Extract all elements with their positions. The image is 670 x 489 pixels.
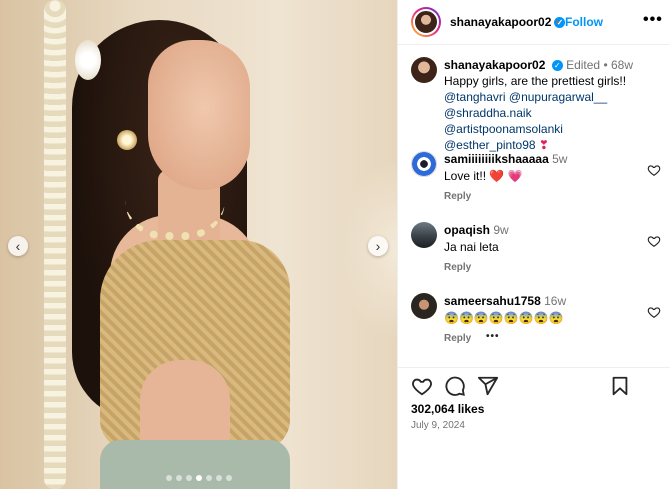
comment-item: samiiiiiiiikshaaaaa 5w Love it!! ❤️ 💗 Re… <box>411 151 661 211</box>
mention-link[interactable]: @artistpoonamsolanki <box>444 122 563 136</box>
comment-age[interactable]: 9w <box>493 223 508 237</box>
caption-edited: Edited <box>566 58 601 72</box>
share-button[interactable] <box>477 375 499 397</box>
post-header: shanayakapoor02 ✓ • Follow ••• <box>398 0 670 45</box>
reply-button[interactable]: Reply <box>444 333 471 344</box>
portrait-skirt <box>100 440 290 489</box>
heart-outline-icon <box>412 378 432 396</box>
reply-button[interactable]: Reply <box>444 191 471 202</box>
chevron-right-icon: › <box>375 238 381 254</box>
carousel-dot <box>205 475 212 481</box>
carousel-dot <box>215 475 222 481</box>
carousel-dot <box>175 475 182 481</box>
comment-item: opaqish 9w Ja nai leta Reply <box>411 222 661 282</box>
post-actions: 302,064 likes July 9, 2024 <box>398 367 670 489</box>
header-separator: • <box>555 15 560 29</box>
post-image[interactable]: ‹ › <box>0 0 397 489</box>
paper-plane-icon <box>477 376 499 396</box>
comment-username[interactable]: sameersahu1758 <box>444 294 541 308</box>
mention-link[interactable]: @tanghavri <box>444 90 506 104</box>
author-avatar[interactable] <box>411 57 437 83</box>
caption-text: Happy girls, are the prettiest girls!! <box>444 74 627 88</box>
post-date[interactable]: July 9, 2024 <box>411 420 465 431</box>
like-button[interactable] <box>411 375 433 397</box>
mention-link[interactable]: @esther_pinto98 <box>444 138 536 152</box>
verified-badge-icon: ✓ <box>551 60 563 72</box>
comment-age[interactable]: 16w <box>544 294 566 308</box>
comment-more-options-icon[interactable]: ••• <box>486 331 500 342</box>
like-comment-button[interactable] <box>647 234 661 248</box>
comment-button[interactable] <box>444 375 466 397</box>
carousel-dot <box>165 475 172 481</box>
save-button[interactable] <box>609 375 631 397</box>
caption-age[interactable]: 68w <box>611 58 633 72</box>
heart-outline-icon <box>647 236 661 247</box>
comment-username[interactable]: opaqish <box>444 223 490 237</box>
author-avatar[interactable] <box>411 7 441 37</box>
comment-text: Ja nai leta <box>444 240 499 254</box>
comment-text: 😨😨😨😨😨😨😨😨 <box>444 311 564 325</box>
mention-link[interactable]: @shraddha.naik <box>444 106 532 120</box>
more-options-icon[interactable]: ••• <box>643 11 663 29</box>
next-image-button[interactable]: › <box>368 236 388 256</box>
portrait-face <box>148 40 250 190</box>
post-side-panel: shanayakapoor02 ✓ • Follow ••• shanayakap… <box>397 0 670 489</box>
commenter-avatar[interactable] <box>411 293 437 319</box>
heart-exclamation-emoji: ❣ <box>538 138 549 152</box>
caption-username[interactable]: shanayakapoor02 <box>444 58 545 72</box>
carousel-dots <box>0 475 397 481</box>
comment-age[interactable]: 5w <box>552 152 567 166</box>
bookmark-icon <box>612 376 628 396</box>
follow-button[interactable]: Follow <box>565 15 603 29</box>
like-comment-button[interactable] <box>647 163 661 177</box>
comments-list[interactable]: shanayakapoor02 ✓ Edited • 68w Happy gir… <box>398 45 670 367</box>
comment-text: Love it!! ❤️ 💗 <box>444 169 523 183</box>
commenter-avatar[interactable] <box>411 222 437 248</box>
post-caption: shanayakapoor02 ✓ Edited • 68w Happy gir… <box>411 57 661 152</box>
comment-bubble-icon <box>445 376 465 396</box>
carousel-dot <box>195 475 202 481</box>
likes-count[interactable]: 302,064 likes <box>411 402 484 416</box>
reply-button[interactable]: Reply <box>444 262 471 273</box>
heart-outline-icon <box>647 165 661 176</box>
flower-garland-decoration <box>44 0 66 489</box>
mention-link[interactable]: @nupuragarwal__ <box>509 90 607 104</box>
comment-username[interactable]: samiiiiiiiikshaaaaa <box>444 152 549 166</box>
comment-item: sameersahu1758 16w 😨😨😨😨😨😨😨😨 Reply ••• <box>411 293 661 353</box>
previous-image-button[interactable]: ‹ <box>8 236 28 256</box>
carousel-dot <box>185 475 192 481</box>
chevron-left-icon: ‹ <box>15 238 21 254</box>
portrait-hair-flower <box>75 40 101 80</box>
commenter-avatar[interactable] <box>411 151 437 177</box>
carousel-dot <box>225 475 232 481</box>
author-username[interactable]: shanayakapoor02 ✓ <box>450 15 566 29</box>
portrait-earring <box>117 130 137 150</box>
like-comment-button[interactable] <box>647 305 661 319</box>
heart-outline-icon <box>647 307 661 318</box>
